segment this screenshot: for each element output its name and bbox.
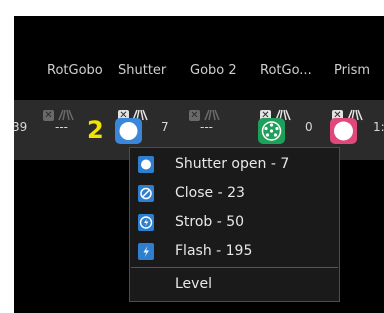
- column-header-prism: Prism: [334, 63, 371, 78]
- column-header-rotgobo-2: RotGo...: [260, 63, 312, 78]
- shutter-tile[interactable]: [115, 118, 142, 144]
- close-icon[interactable]: ✕: [43, 110, 54, 121]
- menu-item-label: Flash - 195: [175, 243, 253, 259]
- menu-divider: [131, 267, 338, 268]
- menu-item-label: Shutter open - 7: [175, 156, 290, 172]
- column-header-gobo2: Gobo 2: [190, 63, 237, 78]
- gobo2-value: ---: [200, 120, 213, 134]
- column-header-rotgobo: RotGobo: [47, 63, 103, 78]
- rotgobo2-value: 0: [305, 120, 313, 134]
- left-value: 39: [14, 120, 28, 134]
- menu-item-shutter-open[interactable]: Shutter open - 7: [130, 153, 339, 179]
- rotgobo-tile[interactable]: [258, 118, 285, 144]
- circle-open-icon: [138, 156, 154, 173]
- menu-item-strob[interactable]: Strob - 50: [130, 211, 339, 237]
- fixture-panel: RotGobo Shutter Gobo 2 RotGo... Prism ✕ …: [14, 16, 384, 313]
- shutter-value: 7: [161, 120, 169, 134]
- prism-value: 1:: [373, 120, 384, 134]
- menu-item-label: Level: [175, 276, 212, 292]
- circle-open-icon: [334, 121, 353, 141]
- strobe-bolt-icon: [138, 214, 154, 231]
- gobo-pattern-icon: [261, 121, 282, 141]
- close-icon[interactable]: ✕: [189, 110, 200, 121]
- menu-item-level[interactable]: Level: [130, 273, 339, 299]
- circle-slash-icon: [138, 185, 154, 202]
- shutter-dropdown-menu: Shutter open - 7 Close - 23 Strob - 50 F…: [129, 147, 340, 302]
- menu-item-label: Close - 23: [175, 185, 245, 201]
- column-header-shutter: Shutter: [118, 63, 167, 78]
- step-marker: 2: [87, 116, 104, 144]
- menu-item-label: Strob - 50: [175, 214, 245, 230]
- menu-item-close[interactable]: Close - 23: [130, 182, 339, 208]
- prism-tile[interactable]: [330, 118, 357, 144]
- menu-item-flash[interactable]: Flash - 195: [130, 240, 339, 266]
- rotgobo-value: ---: [55, 120, 68, 134]
- circle-open-icon: [119, 122, 138, 140]
- flash-bolt-icon: [138, 243, 154, 260]
